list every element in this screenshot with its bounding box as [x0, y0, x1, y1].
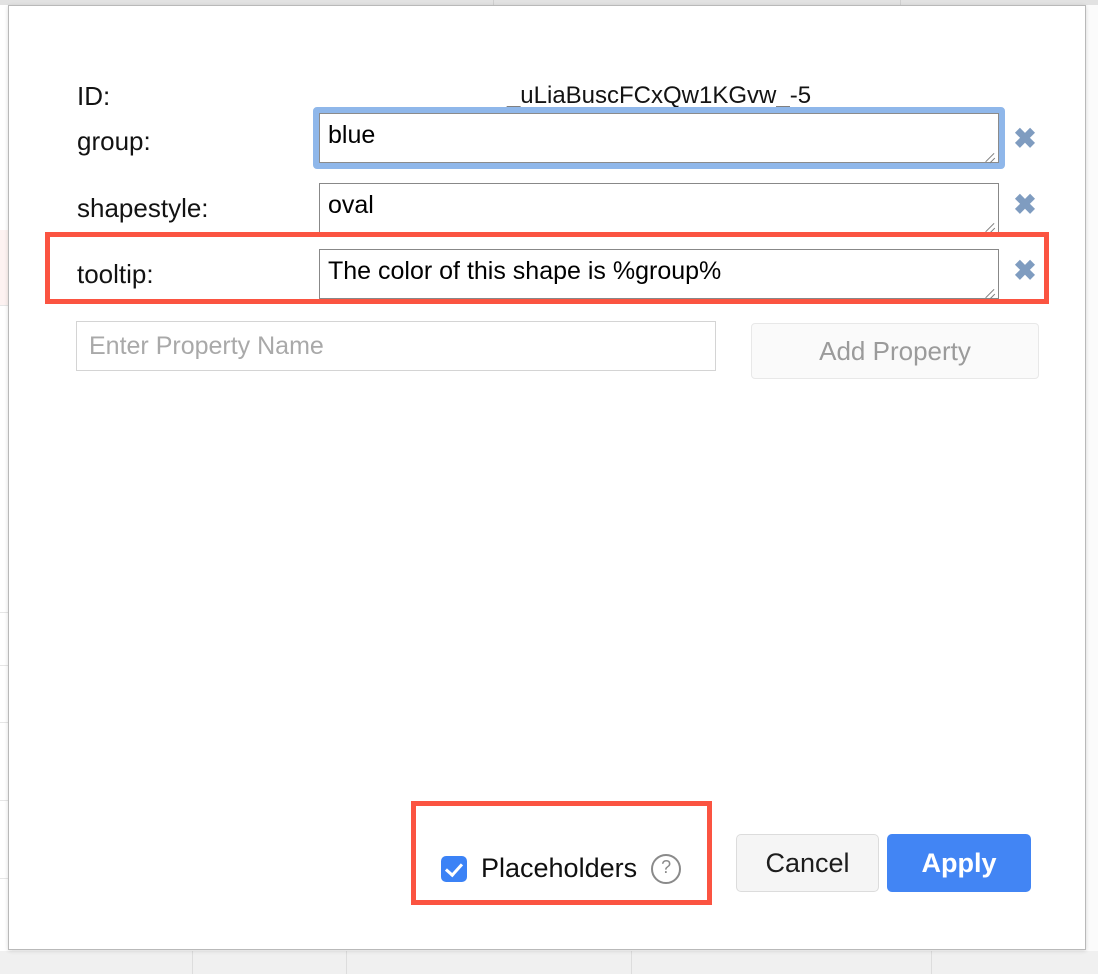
- delete-property-tooltip-button[interactable]: ✖: [1011, 257, 1039, 285]
- property-input-wrapper-group: [313, 107, 1005, 169]
- property-name-input[interactable]: [76, 321, 716, 371]
- property-label-group: group:: [77, 125, 151, 156]
- property-input-shapestyle[interactable]: [319, 183, 999, 233]
- apply-button[interactable]: Apply: [887, 834, 1031, 892]
- property-row-tooltip: tooltip: ✖: [9, 246, 1085, 302]
- property-label-tooltip: tooltip:: [77, 258, 154, 289]
- placeholders-checkbox[interactable]: [441, 855, 467, 882]
- bottom-strip-divider: [192, 951, 193, 974]
- bottom-strip-divider: [931, 951, 932, 974]
- cancel-button[interactable]: Cancel: [736, 834, 879, 892]
- property-row-shapestyle: shapestyle: ✖: [9, 180, 1085, 236]
- add-property-row: Add Property: [9, 321, 1085, 379]
- property-input-wrapper-tooltip: [319, 249, 999, 300]
- delete-property-group-button[interactable]: ✖: [1011, 125, 1039, 153]
- help-circle-icon[interactable]: ?: [651, 853, 682, 884]
- property-input-wrapper-shapestyle: [319, 183, 999, 234]
- property-value-id: _uLiaBuscFCxQw1KGvw_-5: [506, 82, 812, 109]
- dialog-footer: Placeholders ? Cancel Apply: [9, 826, 1085, 901]
- property-label-id: ID:: [77, 80, 111, 111]
- bottom-strip-divider: [346, 951, 347, 974]
- delete-property-shapestyle-button[interactable]: ✖: [1011, 191, 1039, 219]
- edit-properties-dialog: ID: _uLiaBuscFCxQw1KGvw_-5 group: ✖ shap…: [8, 5, 1086, 950]
- property-row-group: group: ✖: [9, 107, 1085, 169]
- bottom-strip-divider: [631, 951, 632, 974]
- placeholders-option: Placeholders ?: [441, 853, 682, 884]
- bottom-window-strip: [0, 951, 1098, 974]
- placeholders-label: Placeholders: [481, 853, 638, 883]
- property-label-shapestyle: shapestyle:: [77, 192, 209, 223]
- property-input-tooltip[interactable]: [319, 249, 999, 299]
- property-input-group[interactable]: [319, 113, 999, 163]
- add-property-button[interactable]: Add Property: [751, 323, 1039, 379]
